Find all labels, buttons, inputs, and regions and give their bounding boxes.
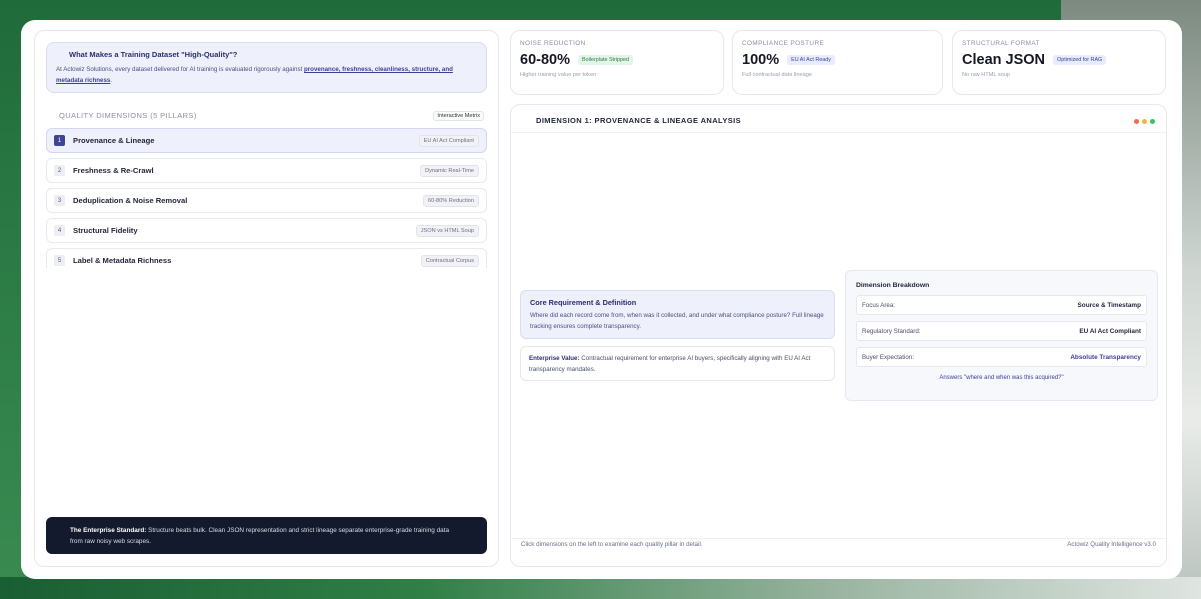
breakdown-key: Regulatory Standard: <box>862 327 921 335</box>
dimension-breakdown: Dimension Breakdown Focus Area: Source &… <box>845 270 1158 401</box>
dimension-item-label-metadata[interactable]: 5 Label & Metadata Richness Contractual … <box>46 248 487 268</box>
card-badge: Boilerplate Stripped <box>577 55 634 65</box>
intro-box: What Makes a Training Dataset "High-Qual… <box>46 42 487 93</box>
card-value: Clean JSON <box>962 52 1045 68</box>
footer-hint: Click dimensions on the left to examine … <box>521 541 703 548</box>
breakdown-row-focus: Focus Area: Source & Timestamp <box>856 295 1147 315</box>
card-label: NOISE REDUCTION <box>520 40 586 47</box>
breakdown-row-regulatory: Regulatory Standard: EU AI Act Compliant <box>856 321 1147 341</box>
dimension-number: 2 <box>54 165 65 176</box>
breakdown-value: Absolute Transparency <box>1070 353 1141 361</box>
header-divider <box>511 132 1166 133</box>
dimension-label: Freshness & Re-Crawl <box>73 166 154 175</box>
enterprise-standard-label: The Enterprise Standard: <box>70 527 147 534</box>
enterprise-standard-banner: The Enterprise Standard: Structure beats… <box>46 517 487 554</box>
card-subtext: Full contractual data lineage <box>742 72 812 78</box>
dimension-item-structural[interactable]: 4 Structural Fidelity JSON vs HTML Soup <box>46 218 487 243</box>
breakdown-value: Source & Timestamp <box>1077 301 1141 309</box>
intro-body: At Actowiz Solutions, every dataset deli… <box>56 64 477 86</box>
yellow-dot-icon <box>1142 119 1147 124</box>
card-badge: EU AI Act Ready <box>787 55 835 65</box>
card-value: 60-80% <box>520 52 570 68</box>
window-dots <box>1134 119 1155 124</box>
breakdown-key: Focus Area: <box>862 301 896 309</box>
dimension-label: Provenance & Lineage <box>73 136 155 145</box>
card-badge: Optimized for RAG <box>1053 55 1107 65</box>
card-value: 100% <box>742 52 780 68</box>
core-requirement-box: Core Requirement & Definition Where did … <box>520 290 835 339</box>
card-subtext: Higher training value per token <box>520 72 597 78</box>
enterprise-value-label: Enterprise Value: <box>529 355 580 362</box>
footer-version: Actowiz Quality Intelligence v3.0 <box>1067 541 1156 548</box>
dashboard-frame: What Makes a Training Dataset "High-Qual… <box>21 20 1182 579</box>
card-label: STRUCTURAL FORMAT <box>962 40 1040 47</box>
card-subtext: No raw HTML soup <box>962 72 1010 78</box>
enterprise-value-box: Enterprise Value: Contractual requiremen… <box>520 346 835 381</box>
background-bottom <box>0 577 1201 599</box>
analysis-panel: DIMENSION 1: PROVENANCE & LINEAGE ANALYS… <box>510 104 1167 567</box>
intro-body-suffix: . <box>110 77 113 84</box>
breakdown-row-buyer: Buyer Expectation: Absolute Transparency <box>856 347 1147 367</box>
analysis-title: DIMENSION 1: PROVENANCE & LINEAGE ANALYS… <box>536 116 742 125</box>
dimension-number: 1 <box>54 135 65 146</box>
dimension-item-deduplication[interactable]: 3 Deduplication & Noise Removal 60-80% R… <box>46 188 487 213</box>
breakdown-value: EU AI Act Compliant <box>1079 327 1141 335</box>
dimension-item-provenance[interactable]: 1 Provenance & Lineage EU AI Act Complia… <box>46 128 487 153</box>
footer-divider <box>511 538 1166 539</box>
breakdown-footnote: Answers "where and when was this acquire… <box>939 375 1064 381</box>
dimension-number: 3 <box>54 195 65 206</box>
dimension-tag: EU AI Act Compliant <box>418 134 479 147</box>
dimension-number: 5 <box>54 255 65 266</box>
breakdown-key: Buyer Expectation: <box>862 353 914 361</box>
card-structural-format: STRUCTURAL FORMAT Clean JSON Optimized f… <box>952 30 1166 95</box>
core-requirement-title: Core Requirement & Definition <box>530 298 637 307</box>
intro-body-prefix: At Actowiz Solutions, every dataset deli… <box>56 66 304 73</box>
dimension-label: Structural Fidelity <box>73 226 138 235</box>
card-label: COMPLIANCE POSTURE <box>742 40 825 47</box>
dimensions-heading: QUALITY DIMENSIONS (5 PILLARS) <box>59 111 197 120</box>
interactive-metrix-badge: Interactive Metrix <box>433 111 484 121</box>
dimension-label: Label & Metadata Richness <box>73 256 172 265</box>
red-dot-icon <box>1134 119 1139 124</box>
dimension-number: 4 <box>54 225 65 236</box>
green-dot-icon <box>1150 119 1155 124</box>
dimension-tag: JSON vs HTML Soup <box>415 224 479 237</box>
dimension-tag: Dynamic Real-Time <box>420 164 479 177</box>
left-panel: What Makes a Training Dataset "High-Qual… <box>34 30 499 567</box>
dimension-list: 1 Provenance & Lineage EU AI Act Complia… <box>46 128 487 268</box>
dimension-item-freshness[interactable]: 2 Freshness & Re-Crawl Dynamic Real-Time <box>46 158 487 183</box>
core-requirement-body: Where did each record come from, when wa… <box>530 312 824 330</box>
card-compliance-posture: COMPLIANCE POSTURE 100% EU AI Act Ready … <box>732 30 943 95</box>
dimension-tag: Contractual Corpus <box>420 254 479 267</box>
dimension-tag: 60-80% Reduction <box>422 194 479 207</box>
intro-title: What Makes a Training Dataset "High-Qual… <box>69 50 238 59</box>
breakdown-title: Dimension Breakdown <box>856 282 930 289</box>
dimension-label: Deduplication & Noise Removal <box>73 196 188 205</box>
card-noise-reduction: NOISE REDUCTION 60-80% Boilerplate Strip… <box>510 30 724 95</box>
